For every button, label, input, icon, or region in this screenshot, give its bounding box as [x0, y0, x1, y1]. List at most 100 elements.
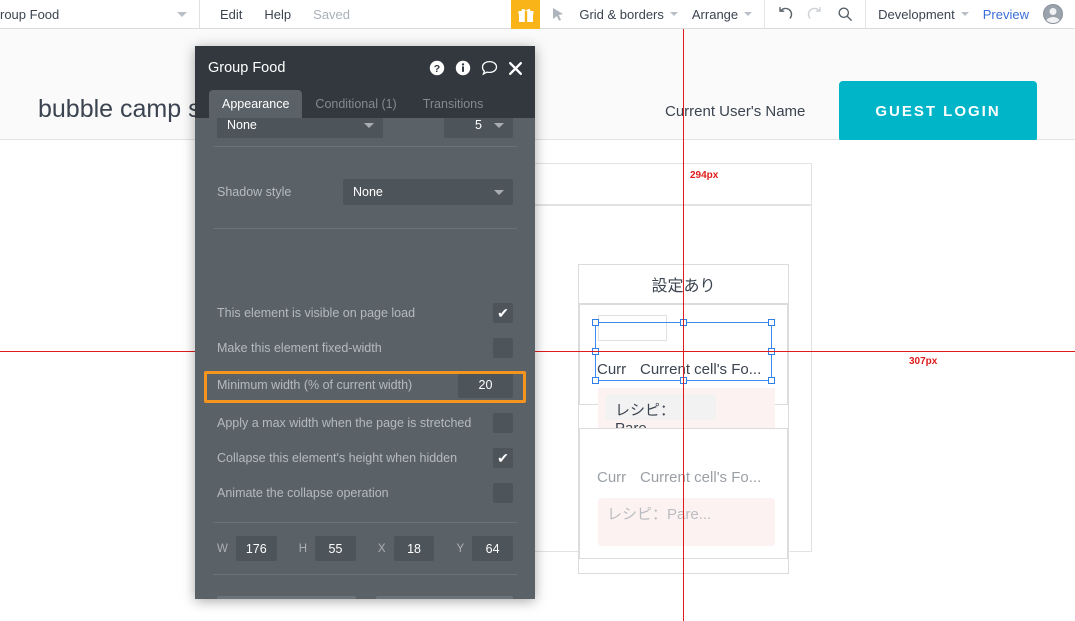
animate-collapse-checkbox[interactable]	[493, 483, 513, 503]
info-icon[interactable]	[455, 60, 471, 76]
page-title: bubble camp s	[38, 95, 201, 123]
top-toolbar: roup Food Edit Help Saved Grid & borders…	[0, 0, 1075, 29]
geometry-row: W 176 H 55 X 18 Y 64	[195, 536, 535, 561]
modal-body: None 5 Shadow style None This element is…	[195, 118, 535, 599]
clipped-style-dropdown[interactable]: None	[217, 118, 383, 138]
canvas-recipe-input[interactable]: レシピ：Pare...	[598, 498, 775, 546]
checkbox-label: Collapse this element's height when hidd…	[217, 451, 458, 465]
comment-icon[interactable]	[481, 60, 498, 76]
redo-icon[interactable]	[807, 6, 823, 22]
shadow-style-row: Shadow style None	[195, 179, 535, 205]
action-buttons-row: Replace Delete	[195, 596, 535, 599]
preview-link[interactable]: Preview	[983, 7, 1029, 22]
replace-button[interactable]: Replace	[217, 596, 356, 599]
max-width-checkbox[interactable]	[493, 413, 513, 433]
chevron-down-icon	[669, 12, 678, 16]
close-icon[interactable]	[508, 61, 523, 76]
canvas-cell-label-a: Curr	[597, 469, 627, 486]
clipped-style-value: None	[227, 118, 257, 132]
svg-text:?: ?	[434, 63, 440, 75]
delete-button[interactable]: Delete	[375, 596, 513, 599]
width-input[interactable]: 176	[235, 536, 277, 561]
chevron-down-icon	[494, 190, 504, 195]
grid-borders-dropdown[interactable]: Grid & borders	[579, 7, 678, 22]
search-icon[interactable]	[837, 6, 853, 22]
clipped-number-value: 5	[475, 118, 482, 132]
tab-transitions[interactable]: Transitions	[410, 90, 497, 118]
toolbar-menu: Edit Help Saved	[200, 0, 350, 28]
arrange-dropdown[interactable]: Arrange	[691, 6, 753, 22]
checkbox-label: Make this element fixed-width	[217, 341, 382, 355]
canvas-cell-label-a: Curr	[597, 361, 627, 378]
canvas-cell-label-b: Current cell's Fo...	[640, 469, 762, 486]
user-avatar[interactable]	[1043, 4, 1063, 24]
version-dropdown[interactable]: Development	[878, 7, 969, 22]
gift-icon[interactable]	[511, 0, 541, 29]
arrange-label: Arrange	[691, 6, 739, 22]
chevron-down-icon	[744, 12, 753, 16]
check-icon: ✔	[497, 305, 509, 321]
clipped-number-dropdown[interactable]: 5	[444, 118, 513, 138]
current-user-label: Current User's Name	[665, 103, 806, 120]
minimum-width-row: Minimum width (% of current width) 20	[195, 371, 535, 398]
toolbar-deploy-group: Development Preview	[866, 0, 1075, 28]
shadow-style-value: None	[353, 185, 383, 199]
checkbox-row-fixed-width[interactable]: Make this element fixed-width	[195, 338, 535, 358]
vertical-guide-label: 294px	[690, 170, 719, 181]
divider	[213, 574, 517, 575]
y-label: Y	[456, 542, 465, 555]
modal-header-icons: ?	[429, 60, 523, 76]
divider	[213, 522, 517, 523]
tab-appearance[interactable]: Appearance	[209, 90, 303, 118]
checkbox-row-animate-collapse[interactable]: Animate the collapse operation	[195, 483, 535, 503]
version-label: Development	[878, 6, 955, 22]
x-label: X	[377, 542, 386, 555]
checkbox-row-max-width[interactable]: Apply a max width when the page is stret…	[195, 413, 535, 433]
x-input[interactable]: 18	[393, 536, 435, 561]
checkbox-row-visible-on-load[interactable]: This element is visible on page load ✔	[195, 303, 535, 323]
collapse-height-checkbox[interactable]: ✔	[493, 448, 513, 468]
horizontal-guide-label: 307px	[909, 356, 938, 367]
divider	[213, 228, 517, 229]
cursor-arrow-icon[interactable]	[552, 7, 565, 22]
canvas-recipe-input[interactable]: レシピ：Pare...	[606, 394, 716, 437]
y-input[interactable]: 64	[472, 536, 514, 561]
app-selector[interactable]: roup Food	[0, 0, 200, 29]
canvas-cell-label-b: Current cell's Fo...	[640, 361, 762, 378]
minimum-width-label: Minimum width (% of current width)	[217, 377, 413, 392]
app-name-label: roup Food	[0, 7, 60, 22]
chevron-down-icon	[177, 12, 187, 17]
guest-login-button[interactable]: GUEST LOGIN	[839, 81, 1037, 142]
checkbox-label: Animate the collapse operation	[217, 486, 389, 500]
chevron-down-icon	[960, 12, 969, 16]
canvas-mini-box	[598, 315, 667, 341]
toolbar-right: Grid & borders Arrange Development Previ…	[511, 0, 1075, 29]
app-page-header: bubble camp s Current User's Name GUEST …	[0, 29, 1075, 142]
property-editor-modal: Group Food ? Appearance Conditional (1) …	[195, 46, 535, 599]
height-input[interactable]: 55	[315, 536, 356, 561]
save-status-label: Saved	[313, 6, 351, 22]
chevron-down-icon	[364, 123, 374, 128]
toolbar-history-group	[765, 0, 867, 28]
modal-tabs: Appearance Conditional (1) Transitions	[195, 90, 535, 118]
menu-item-edit[interactable]: Edit	[220, 7, 242, 22]
checkbox-row-collapse-height[interactable]: Collapse this element's height when hidd…	[195, 448, 535, 468]
menu-item-help[interactable]: Help	[264, 7, 291, 22]
help-icon[interactable]: ?	[429, 60, 445, 76]
minimum-width-input[interactable]: 20	[458, 371, 513, 398]
app-page-body: 's height when hidden 設定あり Curr Current …	[0, 140, 1075, 621]
modal-header: Group Food ?	[195, 46, 535, 90]
clipped-style-row: None 5	[195, 118, 535, 138]
divider	[213, 146, 517, 147]
checkbox-label: Apply a max width when the page is stret…	[217, 416, 472, 430]
toolbar-tools-group: Grid & borders Arrange	[540, 0, 766, 28]
undo-icon[interactable]	[777, 6, 793, 22]
fixed-width-checkbox[interactable]	[493, 338, 513, 358]
vertical-guide-line	[683, 29, 684, 621]
visible-on-page-load-checkbox[interactable]: ✔	[493, 303, 513, 323]
tab-conditional[interactable]: Conditional (1)	[302, 90, 409, 118]
shadow-style-dropdown[interactable]: None	[343, 179, 513, 205]
app-root: roup Food Edit Help Saved Grid & borders…	[0, 0, 1075, 621]
shadow-style-label: Shadow style	[217, 185, 292, 199]
width-label: W	[217, 542, 228, 555]
